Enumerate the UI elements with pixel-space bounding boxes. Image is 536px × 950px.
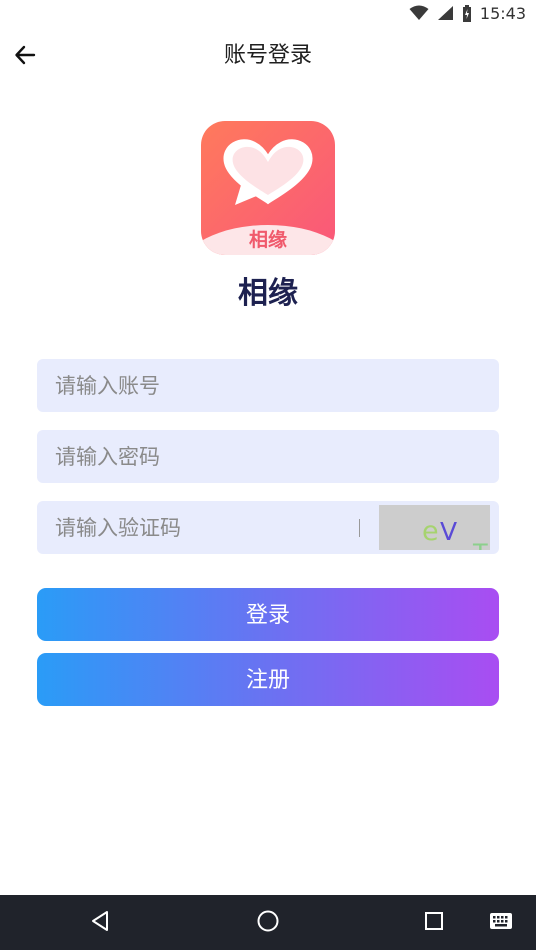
account-field xyxy=(37,359,499,412)
triangle-back-icon xyxy=(89,910,111,936)
nav-recents-button[interactable] xyxy=(414,903,454,943)
register-button[interactable]: 注册 xyxy=(37,653,499,706)
app-bar: 账号登录 xyxy=(0,26,536,86)
captcha-char-3: T xyxy=(472,539,488,550)
captcha-field: e V T xyxy=(37,501,499,554)
circle-home-icon xyxy=(256,909,280,937)
nav-keyboard-button[interactable] xyxy=(481,903,521,943)
password-input[interactable] xyxy=(55,430,475,483)
app-name: 相缘 xyxy=(238,276,298,311)
account-input[interactable] xyxy=(55,359,475,412)
keyboard-icon xyxy=(489,912,513,934)
password-field xyxy=(37,430,499,483)
back-arrow-icon xyxy=(14,44,36,70)
app-logo: 相缘 xyxy=(201,121,335,255)
signal-icon xyxy=(437,5,454,21)
page-title: 账号登录 xyxy=(223,43,312,68)
battery-icon xyxy=(462,4,472,22)
system-nav-bar xyxy=(0,895,536,950)
status-bar: 15:43 xyxy=(0,0,536,26)
back-button[interactable] xyxy=(8,40,42,74)
captcha-input[interactable] xyxy=(55,501,345,554)
nav-home-button[interactable] xyxy=(248,903,288,943)
status-time: 15:43 xyxy=(479,3,526,23)
square-recents-icon xyxy=(424,911,444,935)
captcha-char-1: e xyxy=(422,516,439,547)
nav-back-button[interactable] xyxy=(80,903,120,943)
logo-text: 相缘 xyxy=(248,229,287,251)
wifi-icon xyxy=(409,5,429,21)
status-icons: 15:43 xyxy=(409,3,526,23)
captcha-char-2: V xyxy=(440,517,457,546)
login-button[interactable]: 登录 xyxy=(37,588,499,641)
captcha-divider xyxy=(359,519,360,537)
captcha-image[interactable]: e V T xyxy=(379,505,490,550)
